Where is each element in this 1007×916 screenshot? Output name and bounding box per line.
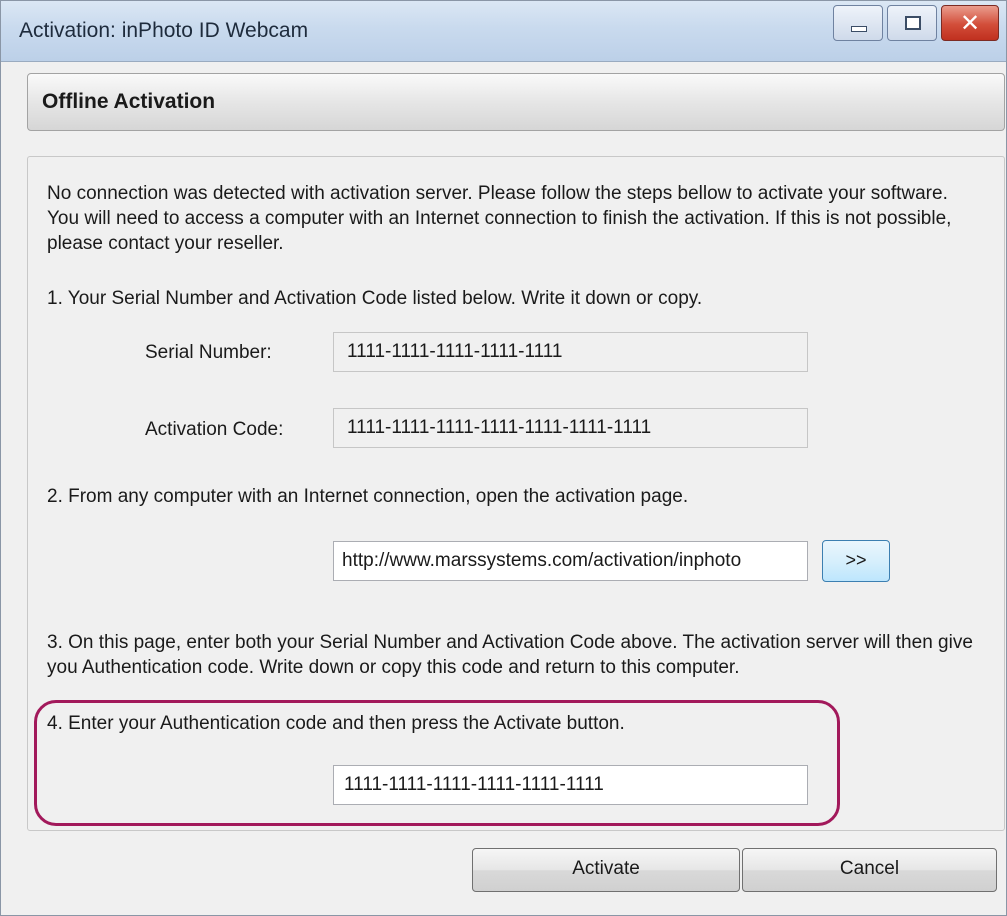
close-icon: ✕ <box>959 9 981 37</box>
activation-url-field[interactable]: http://www.marssystems.com/activation/in… <box>333 541 808 581</box>
maximize-icon <box>905 16 921 30</box>
serial-number-field[interactable]: 1111-1111-1111-1111-1111 <box>333 332 808 372</box>
activation-code-label: Activation Code: <box>145 419 284 440</box>
activation-code-field[interactable]: 1111-1111-1111-1111-1111-1111-1111 <box>333 408 808 448</box>
authentication-code-input[interactable]: 1111-1111-1111-1111-1111-1111 <box>333 765 808 805</box>
section-header: Offline Activation <box>27 73 1005 131</box>
maximize-button[interactable] <box>887 5 937 41</box>
minimize-button[interactable] <box>833 5 883 41</box>
title-bar[interactable]: Activation: inPhoto ID Webcam ✕ <box>1 1 1006 62</box>
serial-number-label: Serial Number: <box>145 342 272 363</box>
intro-text: No connection was detected with activati… <box>47 183 952 254</box>
activate-button[interactable]: Activate <box>472 848 740 892</box>
section-title: Offline Activation <box>42 90 216 113</box>
step2-text: 2. From any computer with an Internet co… <box>47 486 689 507</box>
close-button[interactable]: ✕ <box>941 5 999 41</box>
cancel-button[interactable]: Cancel <box>742 848 997 892</box>
minimize-icon <box>851 26 867 32</box>
window-title: Activation: inPhoto ID Webcam <box>19 19 309 42</box>
step4-text: 4. Enter your Authentication code and th… <box>47 713 625 734</box>
open-url-button[interactable]: >> <box>822 540 890 582</box>
activation-dialog: Activation: inPhoto ID Webcam ✕ Offline … <box>0 0 1007 916</box>
step3-text: 3. On this page, enter both your Serial … <box>47 632 973 678</box>
step1-text: 1. Your Serial Number and Activation Cod… <box>47 288 703 309</box>
